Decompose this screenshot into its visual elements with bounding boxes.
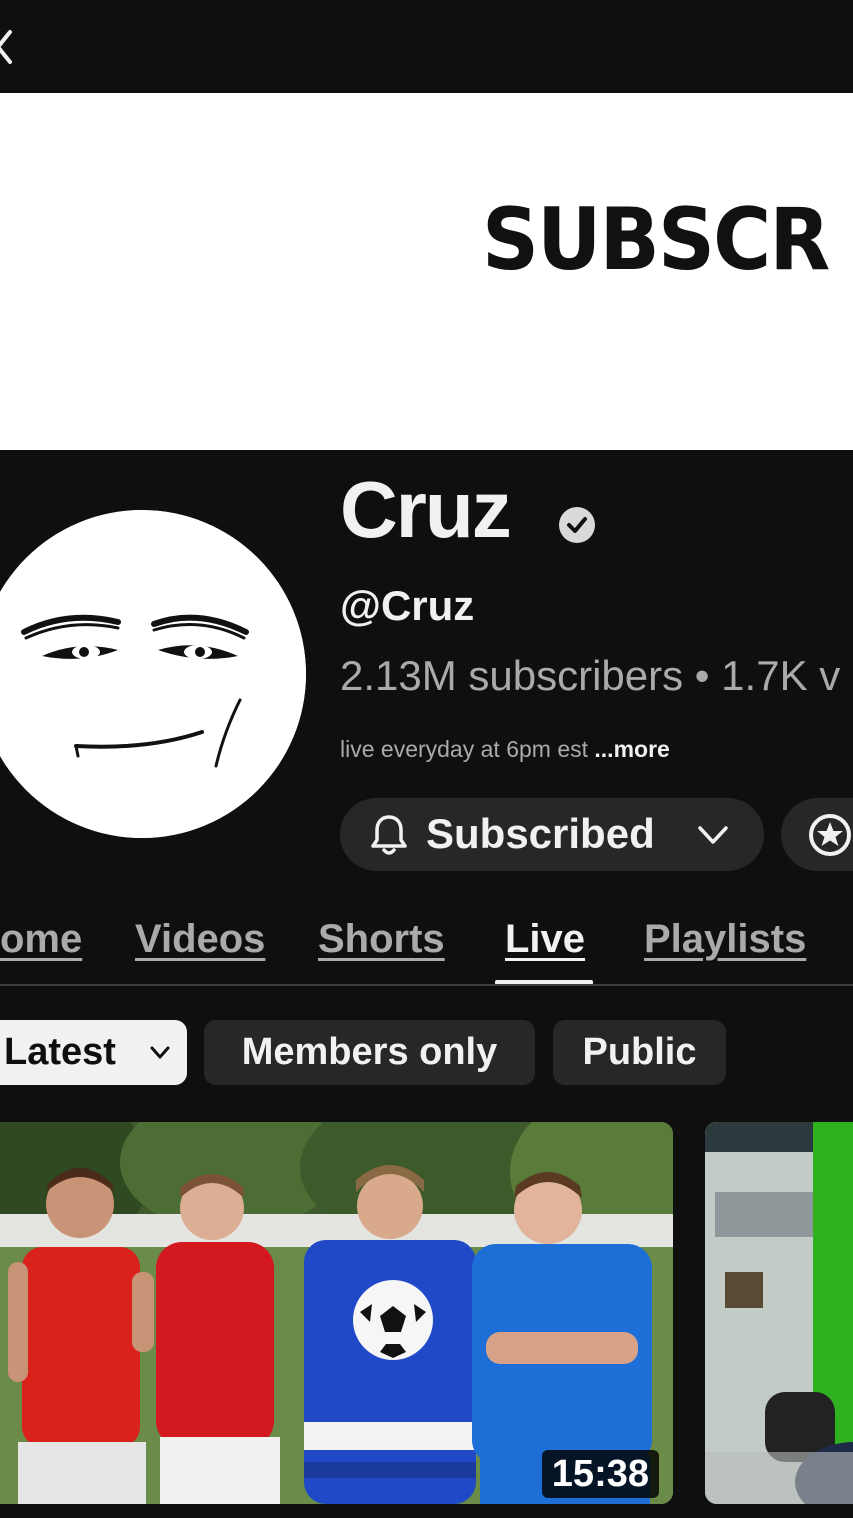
verified-check-icon <box>559 507 595 543</box>
channel-banner: SUBSCR <box>0 93 853 450</box>
chip-members-only[interactable]: Members only <box>204 1020 535 1085</box>
subscribed-label: Subscribed <box>426 810 655 857</box>
tab-playlists[interactable]: Playlists <box>644 919 806 959</box>
channel-name: Cruz <box>340 465 512 554</box>
tabs-divider <box>0 984 853 986</box>
channel-avatar[interactable] <box>0 510 306 838</box>
bottom-bar <box>0 1504 853 1518</box>
channel-stats: 2.13M subscribers • 1.7K v <box>340 652 841 699</box>
chevron-down-icon <box>150 1046 170 1059</box>
chip-latest[interactable]: Latest <box>0 1020 187 1085</box>
chevron-down-icon <box>698 826 728 844</box>
tab-home[interactable]: ome <box>0 919 82 959</box>
subscribed-button[interactable]: Subscribed <box>340 798 764 871</box>
channel-page: SUBSCR Cruz @Cruz 2.13M subscribers • 1.… <box>0 0 853 1518</box>
chip-public[interactable]: Public <box>553 1020 726 1085</box>
star-badge-icon <box>809 814 851 856</box>
join-button[interactable] <box>781 798 853 871</box>
video-duration: 15:38 <box>541 1450 659 1498</box>
channel-handle: @Cruz <box>340 582 475 629</box>
channel-description[interactable]: live everyday at 6pm est ...more <box>340 738 670 761</box>
bell-icon <box>371 815 407 855</box>
tab-live[interactable]: Live <box>505 919 585 959</box>
description-text: live everyday at 6pm est <box>340 736 595 762</box>
chip-latest-label: Latest <box>4 1031 116 1073</box>
video-thumbnail[interactable]: 15:38 <box>0 1122 673 1504</box>
thumbnail-image <box>705 1122 853 1504</box>
tab-videos[interactable]: Videos <box>135 919 265 959</box>
chevron-left-icon[interactable] <box>0 28 14 66</box>
tab-shorts[interactable]: Shorts <box>318 919 445 959</box>
channel-tabs: ome Videos Shorts Live Playlists <box>0 905 853 985</box>
banner-text: SUBSCR <box>482 190 830 290</box>
avatar-face-image <box>0 510 306 838</box>
more-link[interactable]: ...more <box>594 736 669 762</box>
top-bar <box>0 0 853 93</box>
video-thumbnail[interactable] <box>705 1122 853 1504</box>
thumbnail-image <box>0 1122 673 1504</box>
